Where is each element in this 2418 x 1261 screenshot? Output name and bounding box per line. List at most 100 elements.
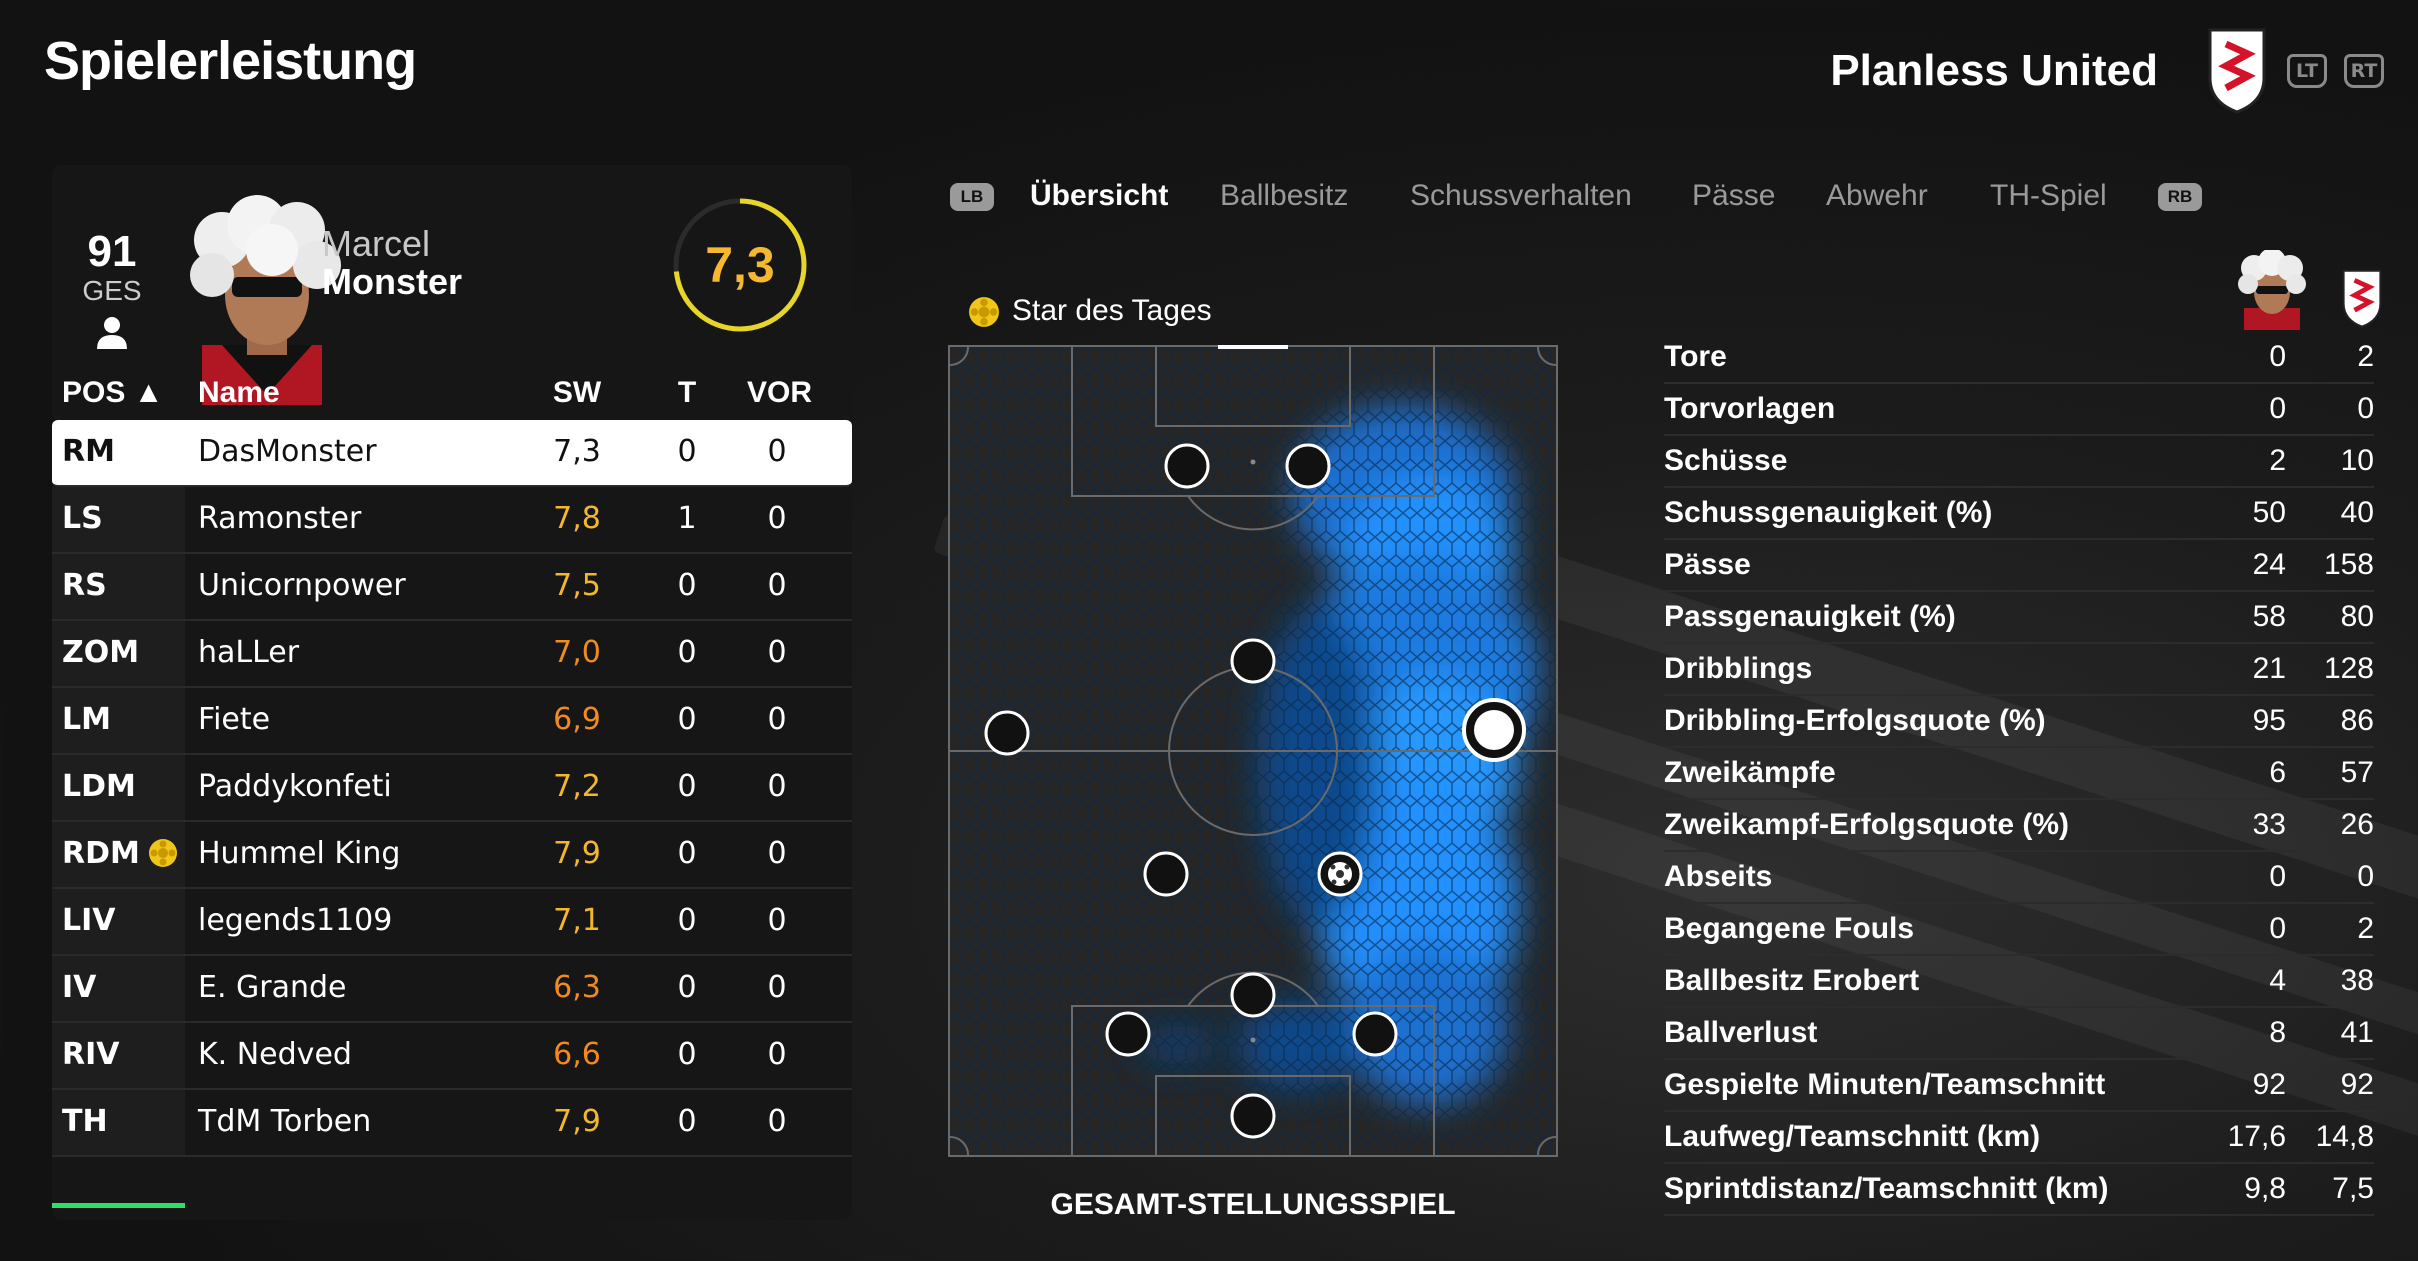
stat-label: Sprintdistanz/Teamschnitt (km) bbox=[1664, 1172, 2109, 1205]
stat-player-value: 2 bbox=[2269, 444, 2286, 477]
stat-label: Zweikampf-Erfolgsquote (%) bbox=[1664, 808, 2070, 841]
stat-team-value: 40 bbox=[2340, 496, 2374, 529]
stat-label: Ballverlust bbox=[1664, 1016, 1818, 1049]
player-rating: 7,3 bbox=[705, 237, 775, 293]
stat-team-value: 57 bbox=[2340, 756, 2374, 789]
row-goals: 0 bbox=[677, 635, 697, 670]
table-row[interactable]: LS Ramonster 7,8 1 0 bbox=[52, 487, 852, 554]
row-assists: 0 bbox=[767, 702, 787, 737]
player-last-name: Monster bbox=[322, 261, 463, 302]
stat-label: Abseits bbox=[1664, 860, 1773, 893]
table-row[interactable]: RIV K. Nedved 6,6 0 0 bbox=[52, 1023, 852, 1090]
row-assists: 0 bbox=[767, 501, 787, 536]
stat-player-value: 0 bbox=[2269, 860, 2286, 893]
row-assists: 0 bbox=[767, 903, 787, 938]
star-of-the-day: Star des Tages bbox=[968, 294, 1212, 328]
tab-schussverhalten[interactable]: Schussverhalten bbox=[1410, 179, 1632, 213]
player-table: RM DasMonster 7,3 0 0 LS Ramonster 7,8 1… bbox=[52, 420, 852, 1157]
stat-label: Tore bbox=[1664, 340, 1727, 373]
stat-player-value: 58 bbox=[2252, 600, 2286, 633]
stat-team-value: 38 bbox=[2340, 964, 2374, 997]
row-pos: RDM bbox=[62, 836, 140, 871]
row-name: Ramonster bbox=[198, 501, 362, 536]
rb-button[interactable]: RB bbox=[2158, 183, 2202, 211]
player-marker bbox=[1230, 638, 1276, 684]
lt-button[interactable]: LT bbox=[2287, 54, 2327, 88]
row-name: K. Nedved bbox=[198, 1037, 352, 1072]
stat-row: Begangene Fouls 0 2 bbox=[1664, 904, 2374, 956]
stat-label: Ballbesitz Erobert bbox=[1664, 964, 1920, 997]
stats-table: Tore 0 2 Torvorlagen 0 0 Schüsse 2 10 Schussge… bbox=[1664, 332, 2374, 1216]
stat-player-value: 4 bbox=[2269, 964, 2286, 997]
row-pos: RM bbox=[62, 434, 115, 469]
pitch-caption: GESAMT-STELLUNGSSPIEL bbox=[1050, 1188, 1456, 1221]
overall-value: 91 bbox=[87, 227, 137, 276]
table-row[interactable]: RS Unicornpower 7,5 0 0 bbox=[52, 554, 852, 621]
row-goals: 0 bbox=[677, 1037, 697, 1072]
table-row[interactable]: TH TdM Torben 7,9 0 0 bbox=[52, 1090, 852, 1157]
table-row[interactable]: RM DasMonster 7,3 0 0 bbox=[52, 420, 852, 487]
stat-player-value: 8 bbox=[2269, 1016, 2286, 1049]
row-assists: 0 bbox=[767, 434, 787, 469]
stat-label: Zweikämpfe bbox=[1664, 756, 1836, 789]
stat-team-value: 26 bbox=[2340, 808, 2374, 841]
row-goals: 0 bbox=[677, 434, 697, 469]
rt-button[interactable]: RT bbox=[2344, 54, 2384, 88]
stat-row: Passgenauigkeit (%) 58 80 bbox=[1664, 592, 2374, 644]
stat-team-value: 7,5 bbox=[2332, 1172, 2374, 1205]
stat-team-value: 0 bbox=[2357, 392, 2374, 425]
row-pos: RIV bbox=[62, 1037, 120, 1072]
stat-label: Gespielte Minuten/Teamschnitt bbox=[1664, 1068, 2106, 1101]
row-rating: 7,3 bbox=[553, 434, 601, 469]
tab-uebersicht[interactable]: Übersicht bbox=[1030, 179, 1168, 213]
pitch-heatmap bbox=[948, 345, 1558, 1157]
stat-row: Schussgenauigkeit (%) 50 40 bbox=[1664, 488, 2374, 540]
table-row[interactable]: LDM Paddykonfeti 7,2 0 0 bbox=[52, 755, 852, 822]
player-first-name: Marcel bbox=[322, 223, 431, 264]
player-marker bbox=[1230, 1093, 1276, 1139]
stat-player-value: 0 bbox=[2269, 340, 2286, 373]
table-row[interactable]: LIV legends1109 7,1 0 0 bbox=[52, 889, 852, 956]
stat-row: Dribblings 21 128 bbox=[1664, 644, 2374, 696]
table-row[interactable]: RDM Hummel King 7,9 0 0 bbox=[52, 822, 852, 889]
header-vor[interactable]: VOR bbox=[747, 376, 812, 410]
table-row[interactable]: LM Fiete 6,9 0 0 bbox=[52, 688, 852, 755]
header-name[interactable]: Name bbox=[198, 376, 280, 410]
row-pos: LIV bbox=[62, 903, 116, 938]
row-rating: 7,1 bbox=[553, 903, 601, 938]
stat-team-value: 86 bbox=[2340, 704, 2374, 737]
row-pos: TH bbox=[62, 1104, 108, 1139]
row-pos: LS bbox=[62, 501, 103, 536]
ball-icon bbox=[1317, 851, 1363, 897]
table-row[interactable]: ZOM haLLer 7,0 0 0 bbox=[52, 621, 852, 688]
row-name: Unicornpower bbox=[198, 568, 406, 603]
header-sw[interactable]: SW bbox=[532, 376, 622, 410]
row-goals: 0 bbox=[677, 836, 697, 871]
table-row[interactable]: IV E. Grande 6,3 0 0 bbox=[52, 956, 852, 1023]
row-goals: 0 bbox=[677, 903, 697, 938]
row-assists: 0 bbox=[767, 769, 787, 804]
stat-row: Schüsse 2 10 bbox=[1664, 436, 2374, 488]
stat-team-value: 92 bbox=[2340, 1068, 2374, 1101]
tab-th-spiel[interactable]: TH-Spiel bbox=[1990, 179, 2107, 213]
tab-paesse[interactable]: Pässe bbox=[1692, 179, 1775, 213]
scroll-indicator bbox=[52, 1203, 185, 1208]
row-assists: 0 bbox=[767, 1037, 787, 1072]
stat-label: Schussgenauigkeit (%) bbox=[1664, 496, 1993, 529]
stat-label: Laufweg/Teamschnitt (km) bbox=[1664, 1120, 2041, 1153]
header-t[interactable]: T bbox=[662, 376, 712, 410]
stat-team-value: 14,8 bbox=[2315, 1120, 2374, 1153]
stat-row: Zweikampf-Erfolgsquote (%) 33 26 bbox=[1664, 800, 2374, 852]
stat-row: Ballbesitz Erobert 4 38 bbox=[1664, 956, 2374, 1008]
overall-label: GES bbox=[82, 275, 142, 306]
tab-abwehr[interactable]: Abwehr bbox=[1826, 179, 1928, 213]
row-pos: LDM bbox=[62, 769, 136, 804]
lb-button[interactable]: LB bbox=[950, 183, 994, 211]
tab-ballbesitz[interactable]: Ballbesitz bbox=[1220, 179, 1348, 213]
row-pos: RS bbox=[62, 568, 107, 603]
row-assists: 0 bbox=[767, 1104, 787, 1139]
stat-label: Dribbling-Erfolgsquote (%) bbox=[1664, 704, 2046, 737]
row-rating: 6,6 bbox=[553, 1037, 601, 1072]
header-pos[interactable]: POS ▲ bbox=[62, 376, 163, 410]
page-title: Spielerleistung bbox=[44, 31, 417, 91]
